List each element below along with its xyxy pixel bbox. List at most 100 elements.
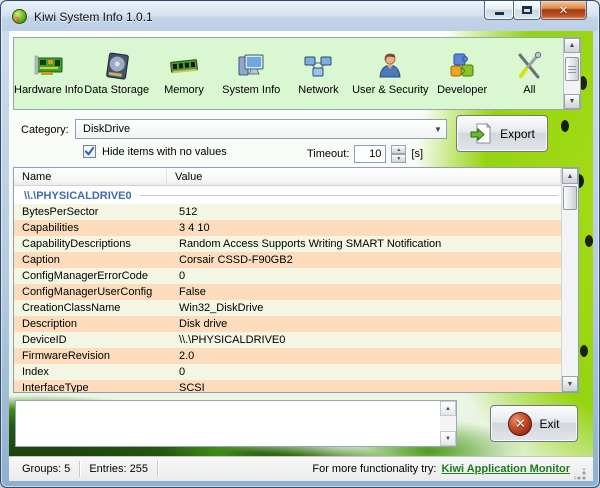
- scroll-down-icon[interactable]: ▼: [440, 431, 456, 446]
- table-row[interactable]: InterfaceType SCSI: [14, 380, 561, 392]
- data-storage-icon: [101, 51, 133, 81]
- hardware-info-icon: [33, 51, 65, 81]
- table-row[interactable]: FirmwareRevision 2.0: [14, 348, 561, 364]
- check-icon: [84, 146, 95, 157]
- kiwi-app-icon: [12, 9, 27, 24]
- log-textarea[interactable]: ▲ ▼: [15, 400, 457, 447]
- timeout-unit: [s]: [411, 148, 423, 160]
- toolbar-scrollbar[interactable]: ▲ ▼: [563, 38, 580, 109]
- toolbar-item-label: Developer: [437, 84, 487, 96]
- table-rows: BytesPerSector 512 Capabilities 3 4 10 C…: [14, 204, 561, 392]
- promo-text: For more functionality try:: [312, 463, 436, 475]
- row-value-cell: Corsair CSSD-F90GB2: [167, 254, 561, 266]
- scroll-down-icon[interactable]: ▼: [564, 94, 580, 109]
- promo-link[interactable]: Kiwi Application Monitor: [441, 463, 570, 475]
- table-row[interactable]: DeviceID \\.\PHYSICALDRIVE0: [14, 332, 561, 348]
- memory-icon: [168, 51, 200, 81]
- developer-icon: [446, 51, 478, 81]
- exit-x-icon: ✕: [508, 412, 532, 436]
- table-row[interactable]: CreationClassName Win32_DiskDrive: [14, 300, 561, 316]
- row-value-cell: Disk drive: [167, 318, 561, 330]
- timeout-input[interactable]: 10: [354, 145, 386, 163]
- row-name-cell: Description: [14, 318, 167, 330]
- toolbar-scrollbar-track[interactable]: [564, 53, 580, 94]
- toolbar-item-label: Memory: [164, 84, 204, 96]
- stepper-down-icon[interactable]: ▼: [391, 154, 406, 163]
- scroll-up-icon[interactable]: ▲: [562, 168, 578, 184]
- toolbar-item-data-storage[interactable]: Data Storage: [83, 51, 150, 96]
- table-body: \\.\PHYSICALDRIVE0 BytesPerSector 512 Ca…: [14, 187, 561, 392]
- hide-empty-checkbox[interactable]: [83, 145, 96, 158]
- toolbar-item-user-security[interactable]: User & Security: [352, 51, 428, 96]
- entries-count: Entries: 255: [80, 463, 157, 475]
- table-row[interactable]: Index 0: [14, 364, 561, 380]
- status-bar: Groups: 5 Entries: 255 For more function…: [9, 456, 593, 481]
- table-row[interactable]: Capabilities 3 4 10: [14, 220, 561, 236]
- row-value-cell: 512: [167, 206, 561, 218]
- export-label: Export: [500, 127, 535, 141]
- row-name-cell: CreationClassName: [14, 302, 167, 314]
- row-value-cell: False: [167, 286, 561, 298]
- minimize-button[interactable]: [484, 1, 514, 20]
- group-header-row[interactable]: \\.\PHYSICALDRIVE0: [14, 187, 561, 204]
- toolbar-item-network[interactable]: Network: [285, 51, 352, 96]
- row-name-cell: InterfaceType: [14, 382, 167, 392]
- results-table: Name Value \\.\PHYSICALDRIVE0 BytesPerSe…: [13, 167, 579, 393]
- scroll-up-icon[interactable]: ▲: [564, 38, 580, 53]
- table-row[interactable]: Caption Corsair CSSD-F90GB2: [14, 252, 561, 268]
- row-value-cell: 0: [167, 270, 561, 282]
- category-value: DiskDrive: [83, 123, 430, 135]
- table-row[interactable]: ConfigManagerUserConfig False: [14, 284, 561, 300]
- toolbar-item-label: All: [523, 84, 535, 96]
- table-row[interactable]: Description Disk drive: [14, 316, 561, 332]
- table-row[interactable]: ConfigManagerErrorCode 0: [14, 268, 561, 284]
- timeout-stepper[interactable]: ▲ ▼: [391, 145, 406, 163]
- chevron-down-icon: ▼: [430, 125, 446, 134]
- row-name-cell: Capabilities: [14, 222, 167, 234]
- toolbar-item-label: User & Security: [352, 84, 428, 96]
- system-info-icon: [235, 51, 267, 81]
- row-name-cell: Index: [14, 366, 167, 378]
- toolbar-item-all[interactable]: All: [496, 51, 563, 96]
- column-header-value[interactable]: Value: [167, 168, 561, 185]
- group-header-label: \\.\PHYSICALDRIVE0: [24, 190, 132, 202]
- group-header-rule: [140, 195, 558, 196]
- maximize-button[interactable]: [513, 1, 541, 20]
- toolbar-item-system-info[interactable]: System Info: [218, 51, 285, 96]
- scroll-up-icon[interactable]: ▲: [440, 401, 456, 416]
- client-area: Hardware Info Data Storage: [9, 31, 593, 481]
- table-row[interactable]: CapabilityDescriptions Random Access Sup…: [14, 236, 561, 252]
- table-header: Name Value: [14, 168, 561, 186]
- window-controls: ✕: [485, 1, 587, 20]
- table-row[interactable]: BytesPerSector 512: [14, 204, 561, 220]
- stepper-up-icon[interactable]: ▲: [391, 145, 406, 154]
- table-scrollbar[interactable]: ▲ ▼: [561, 168, 578, 392]
- toolbar-item-developer[interactable]: Developer: [429, 51, 496, 96]
- app-window: Kiwi System Info 1.0.1 ✕: [0, 0, 600, 488]
- scroll-down-icon[interactable]: ▼: [562, 376, 578, 392]
- toolbar-scrollbar-thumb[interactable]: [565, 57, 579, 81]
- close-button[interactable]: ✕: [540, 1, 587, 20]
- category-label: Category:: [21, 124, 69, 136]
- maximize-icon: [522, 6, 532, 14]
- hide-empty-checkbox-row[interactable]: Hide items with no values: [83, 145, 227, 158]
- export-button[interactable]: Export: [456, 115, 548, 152]
- row-value-cell: 3 4 10: [167, 222, 561, 234]
- table-scrollbar-track[interactable]: [562, 184, 578, 376]
- category-dropdown[interactable]: DiskDrive ▼: [75, 119, 447, 139]
- toolbar-item-hardware-info[interactable]: Hardware Info: [14, 51, 83, 96]
- row-name-cell: ConfigManagerErrorCode: [14, 270, 167, 282]
- all-tools-icon: [513, 51, 545, 81]
- column-header-name[interactable]: Name: [14, 168, 167, 185]
- resize-grip[interactable]: [574, 468, 587, 481]
- statusbar-separator: [157, 461, 158, 477]
- toolbar-item-memory[interactable]: Memory: [150, 51, 217, 96]
- exit-button[interactable]: ✕ Exit: [490, 405, 578, 442]
- thumb-grip-icon: [568, 66, 576, 73]
- table-scrollbar-thumb[interactable]: [563, 186, 577, 210]
- row-name-cell: FirmwareRevision: [14, 350, 167, 362]
- exit-label: Exit: [539, 417, 559, 431]
- log-scrollbar[interactable]: ▲ ▼: [440, 401, 456, 446]
- user-security-icon: [374, 51, 406, 81]
- toolbar-item-label: Data Storage: [84, 84, 149, 96]
